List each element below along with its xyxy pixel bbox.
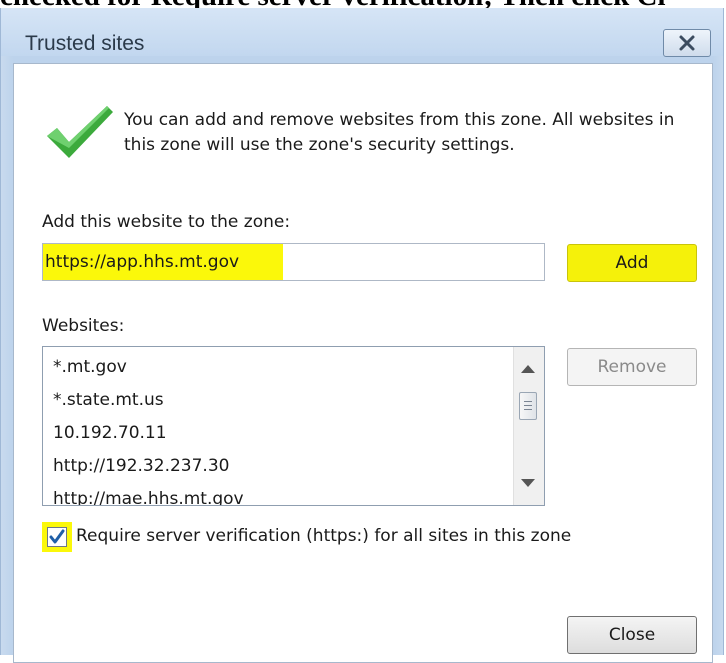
title-bar: Trusted sites [1,8,723,57]
checkmark-icon [49,529,65,544]
scroll-up-arrow-icon[interactable] [521,365,535,373]
green-checkmark-icon [47,106,113,158]
list-item[interactable]: http://192.32.237.30 [53,450,244,483]
add-button[interactable]: Add [567,244,697,282]
window-title: Trusted sites [25,32,145,55]
https-checkbox-label: Require server verification (https:) for… [76,526,572,546]
list-scrollbar[interactable] [513,347,544,505]
remove-button[interactable]: Remove [567,348,697,386]
add-website-label: Add this website to the zone: [42,212,291,232]
websites-list[interactable]: *.mt.gov *.state.mt.us 10.192.70.11 http… [42,346,545,506]
window-close-button[interactable] [663,29,711,57]
websites-label: Websites: [42,316,125,336]
zone-description: You can add and remove websites from thi… [124,110,675,155]
website-url-input[interactable] [42,243,545,281]
list-item[interactable]: *.mt.gov [53,351,244,384]
close-icon [679,35,695,51]
dialog-content: You can add and remove websites from thi… [13,63,713,663]
list-item[interactable]: http://mae.hhs.mt.gov [53,483,244,505]
scroll-thumb[interactable] [519,392,537,420]
scroll-down-arrow-icon[interactable] [521,479,535,487]
https-checkbox[interactable] [47,527,67,547]
close-button[interactable]: Close [567,616,697,654]
trusted-sites-dialog: Trusted sites You can add and remove web… [0,8,724,663]
list-item[interactable]: *.state.mt.us [53,384,244,417]
list-item[interactable]: 10.192.70.11 [53,417,244,450]
